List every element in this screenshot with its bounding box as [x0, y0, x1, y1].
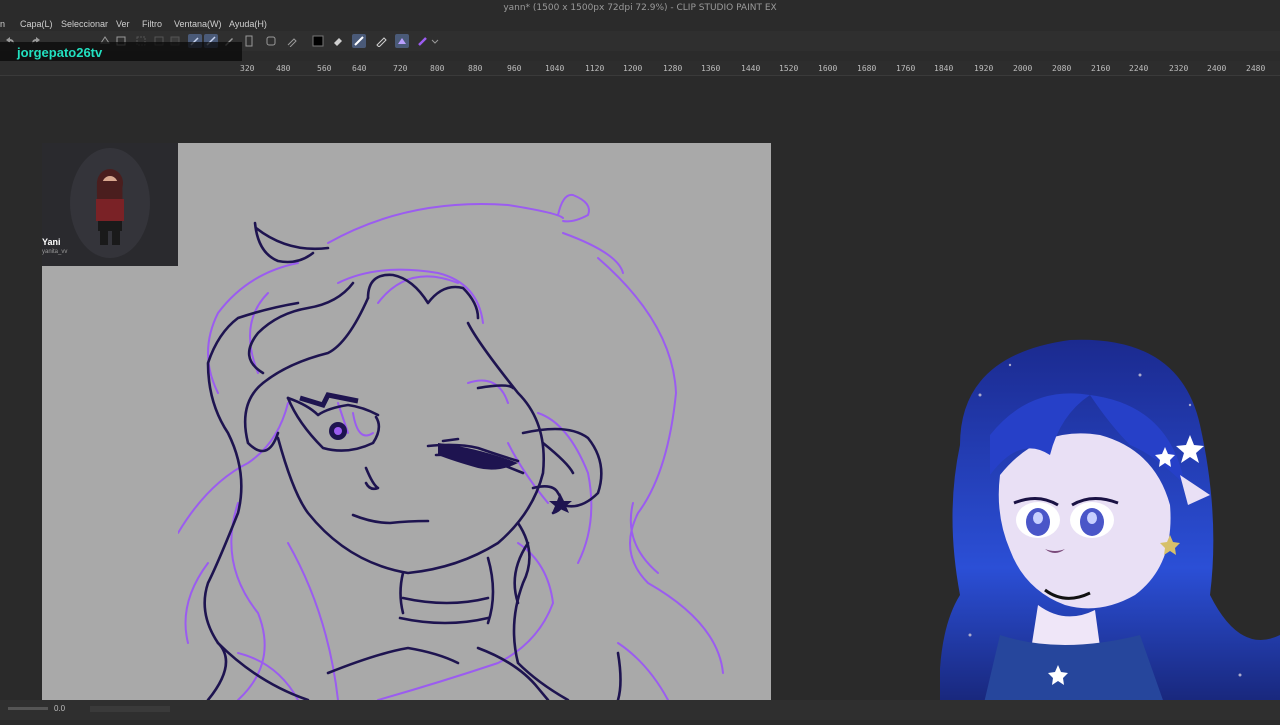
status-bar: 0.0	[0, 700, 1280, 720]
fill-tool-icon[interactable]	[395, 34, 409, 48]
ruler-icon[interactable]	[242, 34, 256, 48]
zoom-value: 0.0	[54, 704, 66, 713]
sketch-drawing	[178, 193, 724, 700]
ruler-tick: 2320	[1169, 64, 1189, 73]
ruler-tick: 1120	[585, 64, 605, 73]
ruler-tick: 1600	[818, 64, 838, 73]
channel-name: jorgepato26tv	[17, 45, 103, 60]
vtuber-avatar	[939, 335, 1280, 720]
ruler-tick: 560	[317, 64, 332, 73]
menu-item-ventana[interactable]: Ventana(W)	[174, 19, 222, 29]
ruler-tick: 2400	[1207, 64, 1227, 73]
eyedropper-icon[interactable]	[285, 34, 299, 48]
ruler-tick: 2480	[1246, 64, 1266, 73]
ruler-tick: 880	[468, 64, 483, 73]
ruler-tick: 1040	[545, 64, 565, 73]
ruler-tick: 480	[276, 64, 291, 73]
ruler-tick: 1840	[934, 64, 954, 73]
window-title: yann* (1500 x 1500px 72dpi 72.9%) - CLIP…	[503, 3, 777, 13]
webcam-overlay: Yani yanita_vv	[42, 143, 178, 266]
chevron-down-icon[interactable]	[430, 34, 440, 48]
brush-purple-icon[interactable]	[416, 34, 430, 48]
menu-item-filtro[interactable]: Filtro	[142, 19, 162, 29]
color-swatch-icon[interactable]	[311, 34, 325, 48]
ruler-tick: 1360	[701, 64, 721, 73]
ruler-tick: 2160	[1091, 64, 1111, 73]
menu-item-seleccionar[interactable]: Seleccionar	[61, 19, 108, 29]
vector-icon[interactable]	[374, 34, 388, 48]
ruler-tick: 960	[507, 64, 522, 73]
menu-item-ver[interactable]: Ver	[116, 19, 130, 29]
menu-item-n[interactable]: n	[0, 19, 5, 29]
ruler-tick: 720	[393, 64, 408, 73]
ruler-tick: 800	[430, 64, 445, 73]
ruler-tick: 2240	[1129, 64, 1149, 73]
blend-icon[interactable]	[352, 34, 366, 48]
ruler-tick: 1440	[741, 64, 761, 73]
ruler-tick: 1920	[974, 64, 994, 73]
webcam-user-handle: yanita_vv	[42, 249, 68, 255]
title-bar: yann* (1500 x 1500px 72dpi 72.9%) - CLIP…	[0, 0, 1280, 17]
canvas-left-area[interactable]	[42, 266, 178, 700]
webcam-user-name: Yani	[42, 237, 61, 247]
ruler-tick: 1760	[896, 64, 916, 73]
ruler-tick: 1520	[779, 64, 799, 73]
avatar-illustration	[939, 339, 1280, 720]
eraser-icon[interactable]	[331, 34, 345, 48]
menu-item-capa[interactable]: Capa(L)	[20, 19, 53, 29]
drawing-canvas[interactable]	[178, 143, 771, 700]
menu-item-ayuda[interactable]: Ayuda(H)	[229, 19, 267, 29]
ruler-tick: 320	[240, 64, 255, 73]
navigator-controls[interactable]	[90, 706, 170, 712]
ruler-tick: 1200	[623, 64, 643, 73]
ruler-tick: 2080	[1052, 64, 1072, 73]
webcam-figure	[42, 143, 178, 266]
ruler-tick: 640	[352, 64, 367, 73]
transform-icon[interactable]	[264, 34, 278, 48]
zoom-slider[interactable]	[8, 707, 48, 710]
ruler-tick: 2000	[1013, 64, 1033, 73]
menu-bar: n Capa(L) Seleccionar Ver Filtro Ventana…	[0, 17, 1280, 31]
ruler-tick: 1280	[663, 64, 683, 73]
horizontal-ruler: 320 480 560 640 720 800 880 960 1040 112…	[0, 61, 1280, 76]
ruler-tick: 1680	[857, 64, 877, 73]
